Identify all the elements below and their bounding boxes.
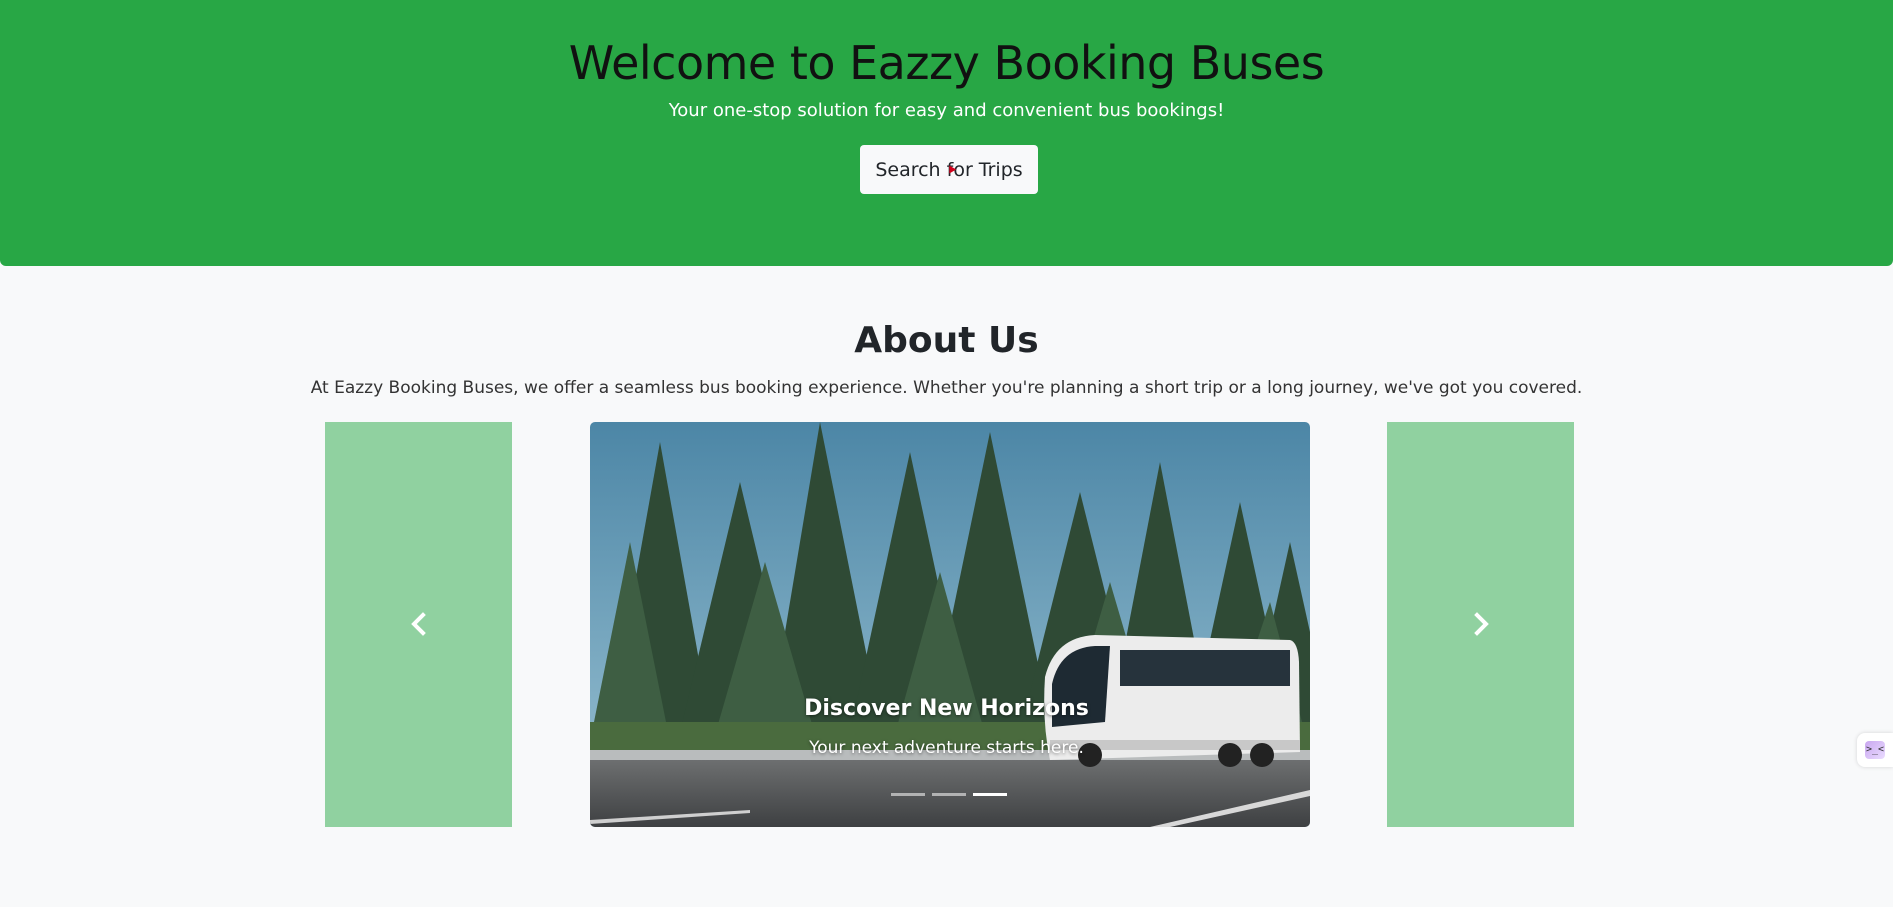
carousel-indicator-3[interactable] — [973, 793, 1007, 796]
page-title: Welcome to Eazzy Booking Buses — [568, 36, 1325, 90]
hero-banner: Welcome to Eazzy Booking Buses Your one-… — [0, 0, 1893, 266]
carousel-slide-image — [590, 422, 1310, 827]
about-heading: About Us — [854, 320, 1039, 361]
floating-widget-button[interactable]: >_< — [1857, 733, 1893, 767]
carousel-caption-title: Discover New Horizons — [804, 696, 1089, 721]
extension-icon: >_< — [1865, 741, 1885, 759]
chevron-left-icon — [411, 612, 426, 636]
image-carousel[interactable] — [590, 422, 1310, 827]
hero-subtitle: Your one-stop solution for easy and conv… — [668, 100, 1225, 121]
carousel-prev-button[interactable] — [325, 422, 512, 827]
chevron-right-icon — [1474, 612, 1489, 636]
carousel-next-button[interactable] — [1387, 422, 1574, 827]
carousel-indicator-2[interactable] — [932, 793, 966, 796]
carousel-indicator-1[interactable] — [891, 793, 925, 796]
about-description: At Eazzy Booking Buses, we offer a seaml… — [310, 378, 1583, 398]
carousel-caption-subtitle: Your next adventure starts here. — [809, 738, 1084, 758]
